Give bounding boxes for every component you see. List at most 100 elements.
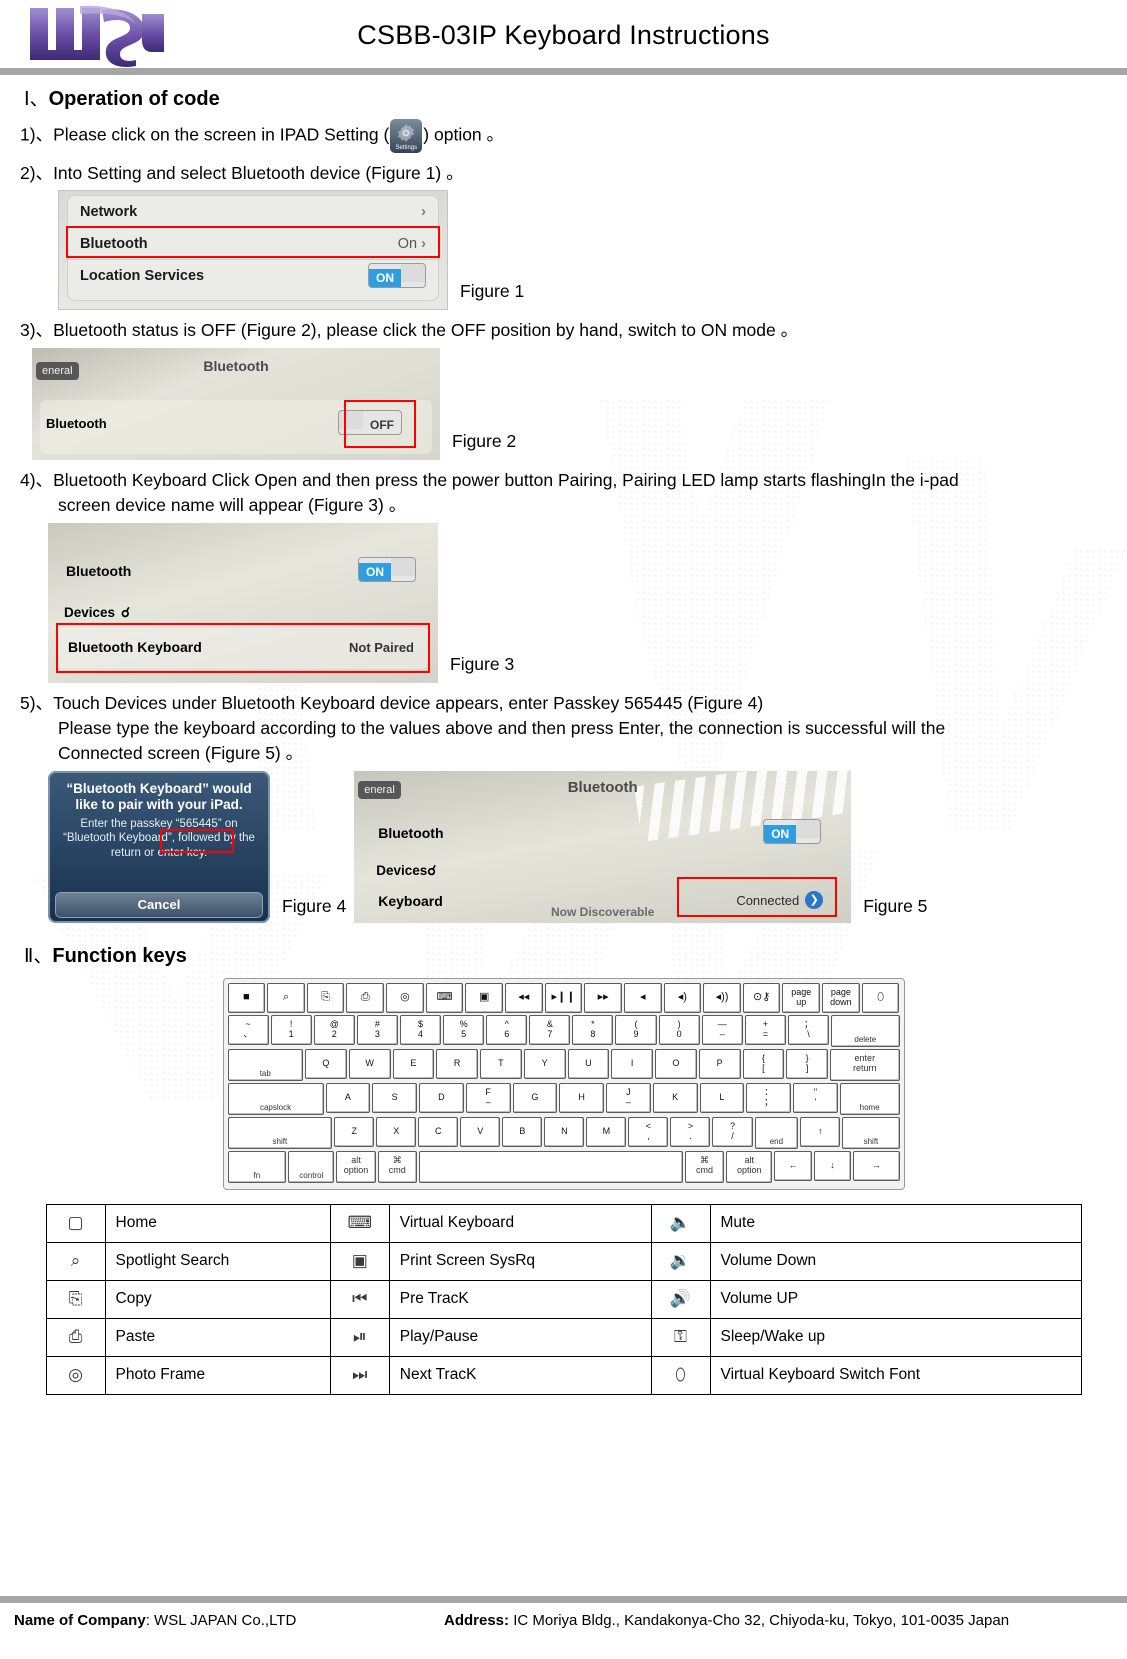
key-tab[interactable]: tab	[227, 1048, 304, 1081]
key-r[interactable]: R	[436, 1048, 479, 1079]
next-track-icon[interactable]: ▸▸	[584, 982, 622, 1013]
key-n[interactable]: N	[544, 1116, 585, 1147]
key-g[interactable]: G	[512, 1082, 558, 1113]
key-h[interactable]: H	[559, 1082, 605, 1113]
copy-icon: ⎘	[45, 1279, 106, 1319]
figure-3-caption: Figure 3	[450, 653, 515, 674]
step-4: 4)、Bluetooth Keyboard Click Open and the…	[20, 468, 1117, 519]
copy-icon: ⎘	[68, 1289, 83, 1309]
key-f-–[interactable]: F –	[465, 1082, 511, 1113]
step-3-text: Bluetooth status is OFF (Figure 2), plea…	[53, 320, 799, 341]
photo-frame-icon[interactable]: ◎	[386, 982, 424, 1013]
step-1-text-after: ) option 。	[423, 124, 505, 145]
key-control[interactable]: control	[288, 1150, 335, 1183]
key-w[interactable]: W	[348, 1048, 391, 1079]
document-page: CSBB-03IP Keyboard Instructions Ⅰ、Operat…	[0, 0, 1127, 1659]
key-@-2[interactable]: @2	[313, 1014, 355, 1045]
key-?-/[interactable]: ? /	[712, 1116, 753, 1147]
key-^-6[interactable]: ^ 6	[486, 1014, 528, 1045]
key-o[interactable]: O	[655, 1048, 697, 1079]
key-v[interactable]: V	[460, 1116, 501, 1147]
key-end[interactable]: end	[754, 1116, 799, 1149]
key-p[interactable]: P	[698, 1048, 741, 1079]
key-page-up[interactable]: page up	[782, 982, 821, 1013]
photo-frame-icon: ◎	[68, 1365, 83, 1385]
key-*-8[interactable]: * 8	[572, 1014, 614, 1045]
paste-icon[interactable]: ⎙	[346, 982, 385, 1013]
key-fn[interactable]: fn	[227, 1150, 287, 1183]
volume-up-icon: ◂))	[715, 991, 729, 1004]
kb-switch-font-icon[interactable]: ⬯	[861, 982, 900, 1013]
key-+-=[interactable]: + =	[744, 1014, 786, 1045]
key-；-\[interactable]: ； \	[787, 1014, 830, 1045]
prev-track-icon[interactable]: ◂◂	[504, 982, 543, 1013]
key-a[interactable]: A	[325, 1082, 371, 1113]
key-u[interactable]: U	[567, 1048, 610, 1079]
key-k[interactable]: K	[652, 1082, 698, 1113]
key-"-'[interactable]: " '	[793, 1082, 838, 1113]
key-q[interactable]: Q	[305, 1048, 347, 1079]
volume-down-icon[interactable]: ◂)	[663, 982, 702, 1013]
key-option[interactable]: alt option	[726, 1150, 773, 1183]
key-!-1[interactable]: ! 1	[270, 1014, 312, 1045]
key-b[interactable]: B	[502, 1116, 543, 1147]
key-←[interactable]: ←	[774, 1150, 812, 1181]
key-cmd[interactable]: ⌘ cmd	[684, 1150, 725, 1183]
home-icon: ▢	[67, 1213, 84, 1233]
fig4-highlight-box	[160, 828, 234, 853]
key-)-0[interactable]: ) 0	[658, 1014, 700, 1045]
key-i[interactable]: I	[611, 1048, 654, 1079]
key-shift[interactable]: shift	[842, 1116, 900, 1149]
copy-icon[interactable]: ⎘	[306, 982, 345, 1013]
key-blank[interactable]	[418, 1150, 683, 1183]
key-&-7[interactable]: & 7	[529, 1014, 571, 1045]
volume-up-icon[interactable]: ◂))	[703, 982, 741, 1013]
key-<-,[interactable]: <,	[628, 1116, 669, 1147]
key-→[interactable]: →	[853, 1150, 900, 1181]
key-c[interactable]: C	[418, 1116, 459, 1147]
key-shift[interactable]: shift	[227, 1116, 333, 1149]
key-option[interactable]: alt option	[336, 1150, 376, 1183]
page-title: CSBB-03IP Keyboard Instructions	[357, 20, 770, 50]
virtual-keyboard-icon[interactable]: ⌨	[425, 982, 464, 1013]
key-return[interactable]: enter return	[830, 1048, 900, 1081]
key-page-down[interactable]: page down	[822, 982, 860, 1013]
key-capslock[interactable]: capslock	[227, 1082, 324, 1115]
key-~-、[interactable]: ~、	[227, 1014, 269, 1045]
key-s[interactable]: S	[372, 1082, 418, 1113]
key-x[interactable]: X	[376, 1116, 417, 1147]
print-screen-icon[interactable]: ▣	[465, 982, 503, 1013]
key-—-–[interactable]: — –	[701, 1014, 743, 1045]
home-icon[interactable]: ■	[227, 982, 266, 1013]
footer-address-label: Address:	[444, 1612, 510, 1629]
key-l[interactable]: L	[699, 1082, 745, 1113]
key-m[interactable]: M	[586, 1116, 627, 1147]
fig4-cancel-button[interactable]: Cancel	[56, 892, 262, 917]
key-e[interactable]: E	[392, 1048, 435, 1079]
key-home[interactable]: home	[839, 1082, 900, 1115]
search-icon[interactable]: ⌕	[267, 982, 305, 1013]
fig5-highlight-box	[677, 876, 838, 917]
key-↑[interactable]: ↑	[800, 1116, 841, 1147]
mute-icon[interactable]: ◂	[623, 982, 662, 1013]
key-cmd[interactable]: ⌘ cmd	[377, 1150, 417, 1183]
key-j-–[interactable]: J –	[606, 1082, 651, 1113]
key-y[interactable]: Y	[523, 1048, 566, 1079]
key-$-4[interactable]: $4	[399, 1014, 442, 1045]
key-delete[interactable]: delete	[831, 1014, 900, 1047]
play-pause-icon[interactable]: ▸❙❙	[544, 982, 583, 1013]
key-：-；[interactable]: ：；	[746, 1082, 792, 1113]
key-t[interactable]: T	[480, 1048, 522, 1079]
key-(-9[interactable]: (9	[615, 1014, 657, 1045]
key-z[interactable]: Z	[334, 1116, 375, 1147]
key-%-5[interactable]: % 5	[443, 1014, 485, 1045]
key-}-][interactable]: }]	[786, 1048, 829, 1079]
key-d[interactable]: D	[419, 1082, 464, 1113]
sleep-wake-icon[interactable]: ⊙⚷	[742, 982, 781, 1013]
key->-.[interactable]: >.	[670, 1116, 711, 1147]
paste-icon: ⎙	[68, 1327, 83, 1347]
key-{-[[interactable]: {[	[742, 1048, 785, 1079]
key-↓[interactable]: ↓	[813, 1150, 852, 1181]
play-pause-icon: ⏯	[329, 1317, 390, 1357]
key-#-3[interactable]: #3	[356, 1014, 398, 1045]
